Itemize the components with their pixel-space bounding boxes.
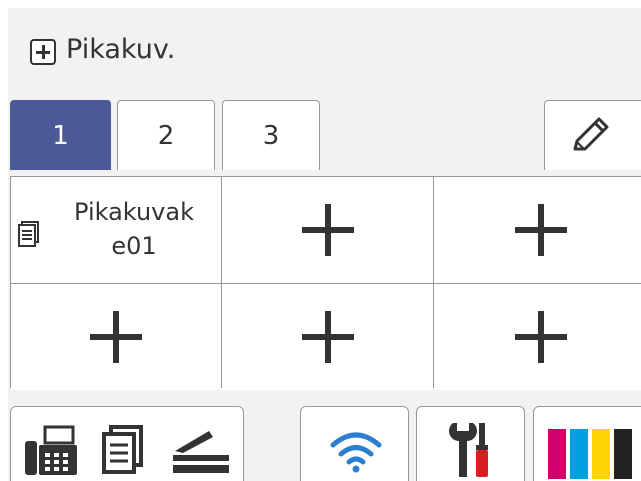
plus-icon: [301, 311, 354, 363]
pencil-icon: [573, 117, 609, 151]
tab-3[interactable]: 3: [222, 100, 320, 170]
plus-icon: [515, 204, 567, 256]
home-modes-button[interactable]: [10, 406, 244, 481]
wifi-button[interactable]: [300, 406, 409, 481]
add-shortcut-button[interactable]: [222, 284, 433, 390]
shortcut-1-button[interactable]: Pikakuvak e01: [11, 177, 221, 283]
ink-cartridges-icon: [548, 429, 632, 479]
wifi-icon: [330, 432, 382, 473]
tab-2[interactable]: 2: [117, 100, 215, 170]
add-shortcut-button[interactable]: [434, 284, 641, 390]
plus-icon: [301, 204, 354, 256]
add-shortcut-button[interactable]: [434, 177, 641, 283]
ink-button[interactable]: [533, 406, 641, 481]
plus-box-icon: [30, 39, 56, 65]
document-icon: [18, 221, 39, 247]
plus-icon: [515, 311, 567, 363]
scan-icon: [173, 431, 229, 473]
touchscreen: Pikakuv. 1 2 3 Pikakuvak e01: [8, 8, 641, 481]
add-shortcut-button[interactable]: [11, 284, 221, 390]
page-title: Pikakuv.: [66, 34, 176, 65]
tab-1[interactable]: 1: [10, 100, 111, 170]
add-shortcut-button[interactable]: [222, 177, 433, 283]
header: Pikakuv.: [8, 8, 641, 94]
fax-icon: [25, 425, 77, 475]
tools-icon: [449, 423, 488, 477]
shortcut-grid: Pikakuvak e01: [10, 176, 641, 390]
shortcut-1-label: Pikakuvak e01: [74, 198, 194, 260]
edit-button[interactable]: [544, 100, 641, 170]
copy-icon: [102, 425, 143, 474]
settings-button[interactable]: [416, 406, 525, 481]
plus-icon: [90, 311, 142, 363]
